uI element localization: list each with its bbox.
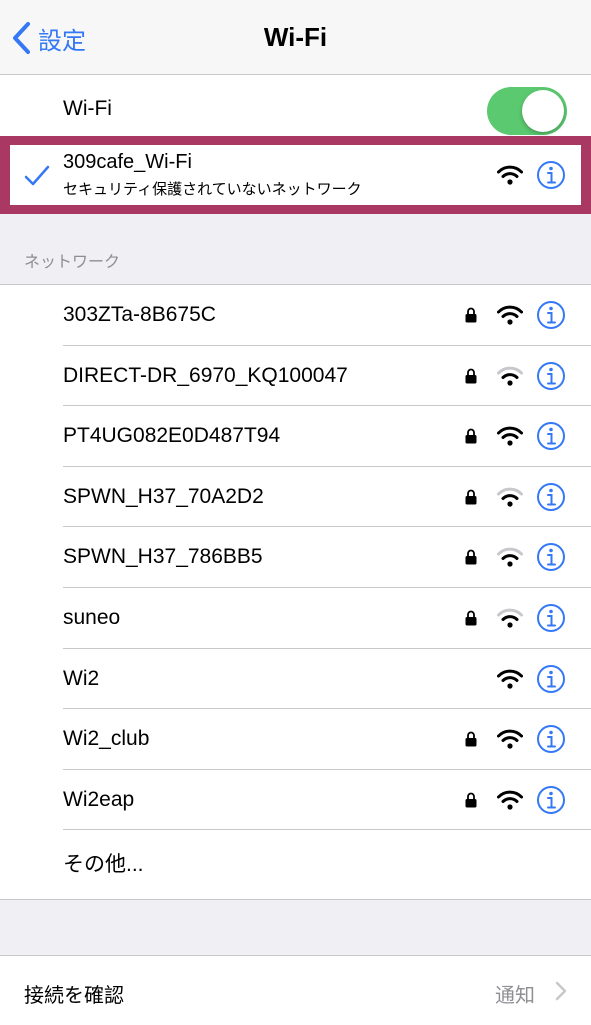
info-icon[interactable] — [536, 421, 566, 451]
lock-icon — [465, 489, 477, 505]
connected-network-name: 309cafe_Wi-Fi — [63, 151, 192, 173]
lock-icon — [465, 550, 477, 565]
wifi-signal-icon — [497, 608, 523, 628]
info-icon[interactable] — [536, 300, 566, 330]
info-icon[interactable] — [536, 724, 566, 754]
connected-network-highlight: 309cafe_Wi-Fi セキュリティ保護されていないネットワーク — [0, 136, 591, 214]
checkmark-icon — [24, 165, 50, 186]
network-row[interactable]: Wi2_club — [0, 709, 591, 770]
wifi-signal-icon — [497, 669, 523, 689]
wifi-signal-icon — [497, 790, 523, 810]
toggle-knob — [522, 90, 564, 132]
networks-section-header: ネットワーク — [24, 254, 121, 271]
page-title: Wi-Fi — [263, 22, 328, 52]
network-name: DIRECT-DR_6970_KQ100047 — [63, 363, 348, 387]
confirm-join-row[interactable]: 接続を確認 通知 — [0, 955, 591, 1025]
network-name: Wi2eap — [63, 787, 135, 811]
lock-icon — [465, 792, 477, 808]
network-name: Wi2 — [63, 666, 100, 690]
network-row[interactable]: SPWN_H37_786BB5 — [0, 527, 591, 588]
info-icon[interactable] — [536, 664, 566, 694]
info-icon[interactable] — [536, 482, 566, 512]
network-name: 303ZTa-8B675C — [63, 303, 216, 326]
network-name: PT4UG082E0D487T94 — [63, 424, 281, 448]
network-row[interactable]: DIRECT-DR_6970_KQ100047 — [0, 346, 591, 407]
other-network-row[interactable]: その他... — [0, 830, 591, 899]
confirm-join-value: 通知 — [495, 985, 535, 1007]
wifi-signal-icon — [497, 548, 523, 567]
wifi-signal-icon — [497, 305, 523, 325]
info-icon[interactable] — [536, 542, 566, 572]
wifi-toggle-label: Wi-Fi — [63, 97, 112, 120]
network-row[interactable]: Wi2eap — [0, 770, 591, 831]
network-row[interactable]: Wi2 — [0, 649, 591, 710]
info-icon[interactable] — [536, 603, 566, 633]
network-row[interactable]: PT4UG082E0D487T94 — [0, 406, 591, 467]
wifi-signal-icon — [497, 165, 523, 185]
lock-icon — [465, 731, 477, 747]
wifi-signal-icon — [497, 366, 523, 386]
connected-network-row[interactable]: 309cafe_Wi-Fi セキュリティ保護されていないネットワーク — [10, 145, 581, 205]
confirm-join-label: 接続を確認 — [24, 985, 124, 1007]
network-name: SPWN_H37_786BB5 — [63, 545, 263, 569]
wifi-signal-icon — [497, 729, 523, 749]
network-name: SPWN_H37_70A2D2 — [63, 484, 264, 508]
network-name: suneo — [63, 606, 121, 629]
lock-icon — [465, 307, 477, 323]
network-row[interactable]: 303ZTa-8B675C — [0, 285, 591, 346]
connected-network-subtitle: セキュリティ保護されていないネットワーク — [63, 181, 362, 198]
wifi-toggle-switch[interactable] — [487, 87, 567, 135]
lock-icon — [465, 368, 477, 384]
info-icon[interactable] — [536, 361, 566, 391]
chevron-right-icon — [555, 981, 567, 1001]
network-row[interactable]: suneo — [0, 588, 591, 649]
wifi-signal-icon — [497, 426, 523, 446]
lock-icon — [465, 428, 477, 444]
network-row[interactable]: SPWN_H37_70A2D2 — [0, 467, 591, 528]
lock-icon — [465, 610, 477, 626]
info-icon[interactable] — [536, 160, 566, 190]
network-list: 303ZTa-8B675C DIRECT-DR_6970_KQ100047 PT4U… — [0, 284, 591, 900]
info-icon[interactable] — [536, 785, 566, 815]
other-network-label: その他... — [63, 853, 144, 877]
wifi-signal-icon — [497, 487, 523, 507]
network-name: Wi2_club — [63, 727, 150, 751]
navigation-bar: 設定 Wi-Fi — [0, 0, 591, 75]
